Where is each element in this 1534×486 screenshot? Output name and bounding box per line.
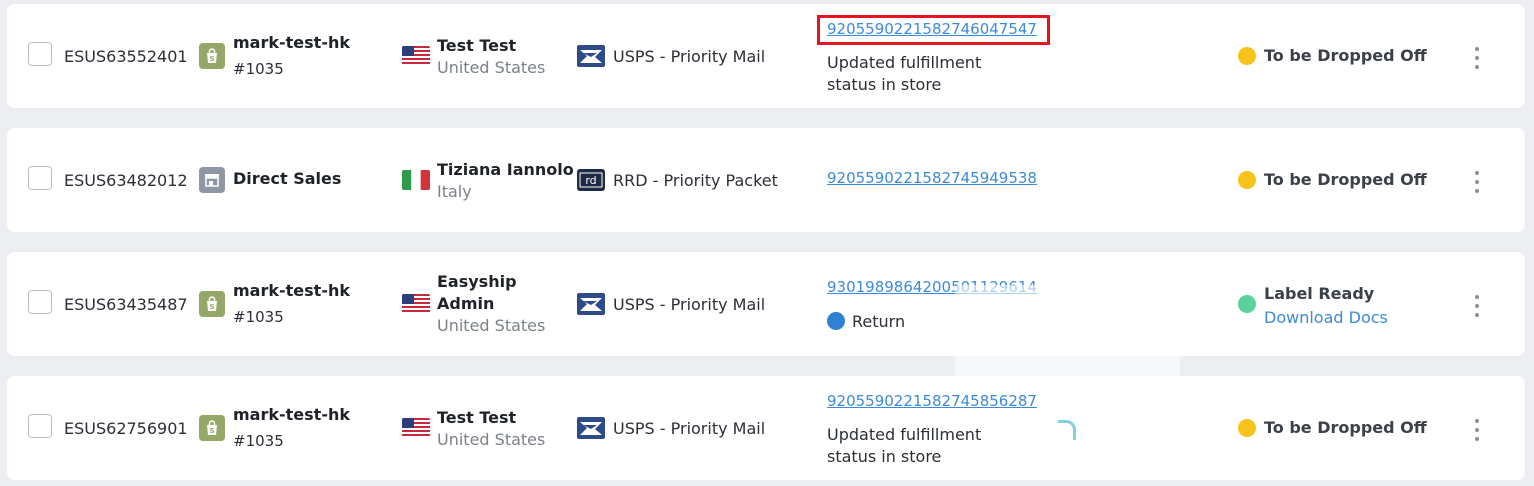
recipient-name: Test Test <box>437 36 517 55</box>
us-flag-icon <box>402 46 430 66</box>
row-checkbox[interactable] <box>28 42 52 66</box>
return-label: Return <box>852 312 906 331</box>
us-flag-icon <box>402 294 430 314</box>
order-number: #1035 <box>233 308 284 326</box>
recipient-name: Tiziana Iannolo <box>437 160 574 179</box>
kebab-menu-icon[interactable] <box>1471 295 1483 317</box>
shopify-bag-icon: S <box>199 291 225 317</box>
store-name: mark-test-hk <box>233 405 350 424</box>
courier-name: USPS - Priority Mail <box>613 295 766 314</box>
usps-eagle-icon <box>577 293 605 315</box>
usps-eagle-icon <box>577 45 605 67</box>
status-dot <box>1238 47 1256 65</box>
shipment-row[interactable]: ESUS63435487 S mark-test-hk #1035 Easysh… <box>7 252 1525 356</box>
status-label: Label Ready <box>1264 284 1375 303</box>
recipient-country: United States <box>437 430 546 449</box>
shipment-row[interactable]: ESUS63552401 S mark-test-hk #1035 Test T… <box>7 4 1525 108</box>
usps-eagle-icon <box>577 417 605 439</box>
shipment-row[interactable]: ESUS63482012 Direct Sales Tiziana Iannol… <box>7 128 1525 232</box>
shipment-id: ESUS62756901 <box>64 419 188 438</box>
row-checkbox[interactable] <box>28 414 52 438</box>
svg-text:S: S <box>209 303 214 311</box>
store-name: mark-test-hk <box>233 33 350 52</box>
tracking-number-link[interactable]: 9205590221582746047547 <box>827 20 1037 38</box>
svg-text:S: S <box>209 427 214 435</box>
kebab-menu-icon[interactable] <box>1471 47 1483 69</box>
return-dot <box>827 312 845 330</box>
fading-tooltip <box>955 285 1180 380</box>
tracking-number-link[interactable]: 9205590221582745949538 <box>827 169 1037 187</box>
rrd-logo-icon: rd <box>577 169 605 191</box>
kebab-menu-icon[interactable] <box>1471 419 1483 441</box>
us-flag-icon <box>402 418 430 438</box>
status-dot <box>1238 171 1256 189</box>
download-docs-link[interactable]: Download Docs <box>1264 308 1388 327</box>
loading-spinner-icon <box>1058 420 1076 440</box>
fulfillment-note: Updated fulfillment status in store <box>827 425 982 466</box>
svg-text:S: S <box>209 55 214 63</box>
tracking-number-link[interactable]: 9205590221582745856287 <box>827 392 1037 410</box>
recipient-name: Test Test <box>437 408 517 427</box>
row-checkbox[interactable] <box>28 290 52 314</box>
courier-name: USPS - Priority Mail <box>613 419 766 438</box>
status-label: To be Dropped Off <box>1264 418 1427 437</box>
shopify-bag-icon: S <box>199 43 225 69</box>
svg-text:rd: rd <box>585 174 596 187</box>
store-name: mark-test-hk <box>233 281 350 300</box>
recipient-country: United States <box>437 58 546 77</box>
shipment-id: ESUS63552401 <box>64 47 188 66</box>
status-label: To be Dropped Off <box>1264 170 1427 189</box>
order-number: #1035 <box>233 60 284 78</box>
status-dot <box>1238 419 1256 437</box>
storefront-icon <box>199 167 225 193</box>
shopify-bag-icon: S <box>199 415 225 441</box>
store-name: Direct Sales <box>233 169 342 188</box>
order-number: #1035 <box>233 432 284 450</box>
recipient-country: Italy <box>437 182 472 201</box>
status-dot <box>1238 295 1256 313</box>
recipient-country: United States <box>437 316 546 335</box>
status-label: To be Dropped Off <box>1264 46 1427 65</box>
courier-name: RRD - Priority Packet <box>613 171 778 190</box>
kebab-menu-icon[interactable] <box>1471 171 1483 193</box>
shipment-id: ESUS63482012 <box>64 171 188 190</box>
italy-flag-icon <box>402 170 430 190</box>
shipment-id: ESUS63435487 <box>64 295 188 314</box>
courier-name: USPS - Priority Mail <box>613 47 766 66</box>
row-checkbox[interactable] <box>28 166 52 190</box>
shipment-row[interactable]: ESUS62756901 S mark-test-hk #1035 Test T… <box>7 376 1525 480</box>
fulfillment-note: Updated fulfillment status in store <box>827 53 982 94</box>
recipient-name: Easyship Admin <box>437 272 517 313</box>
